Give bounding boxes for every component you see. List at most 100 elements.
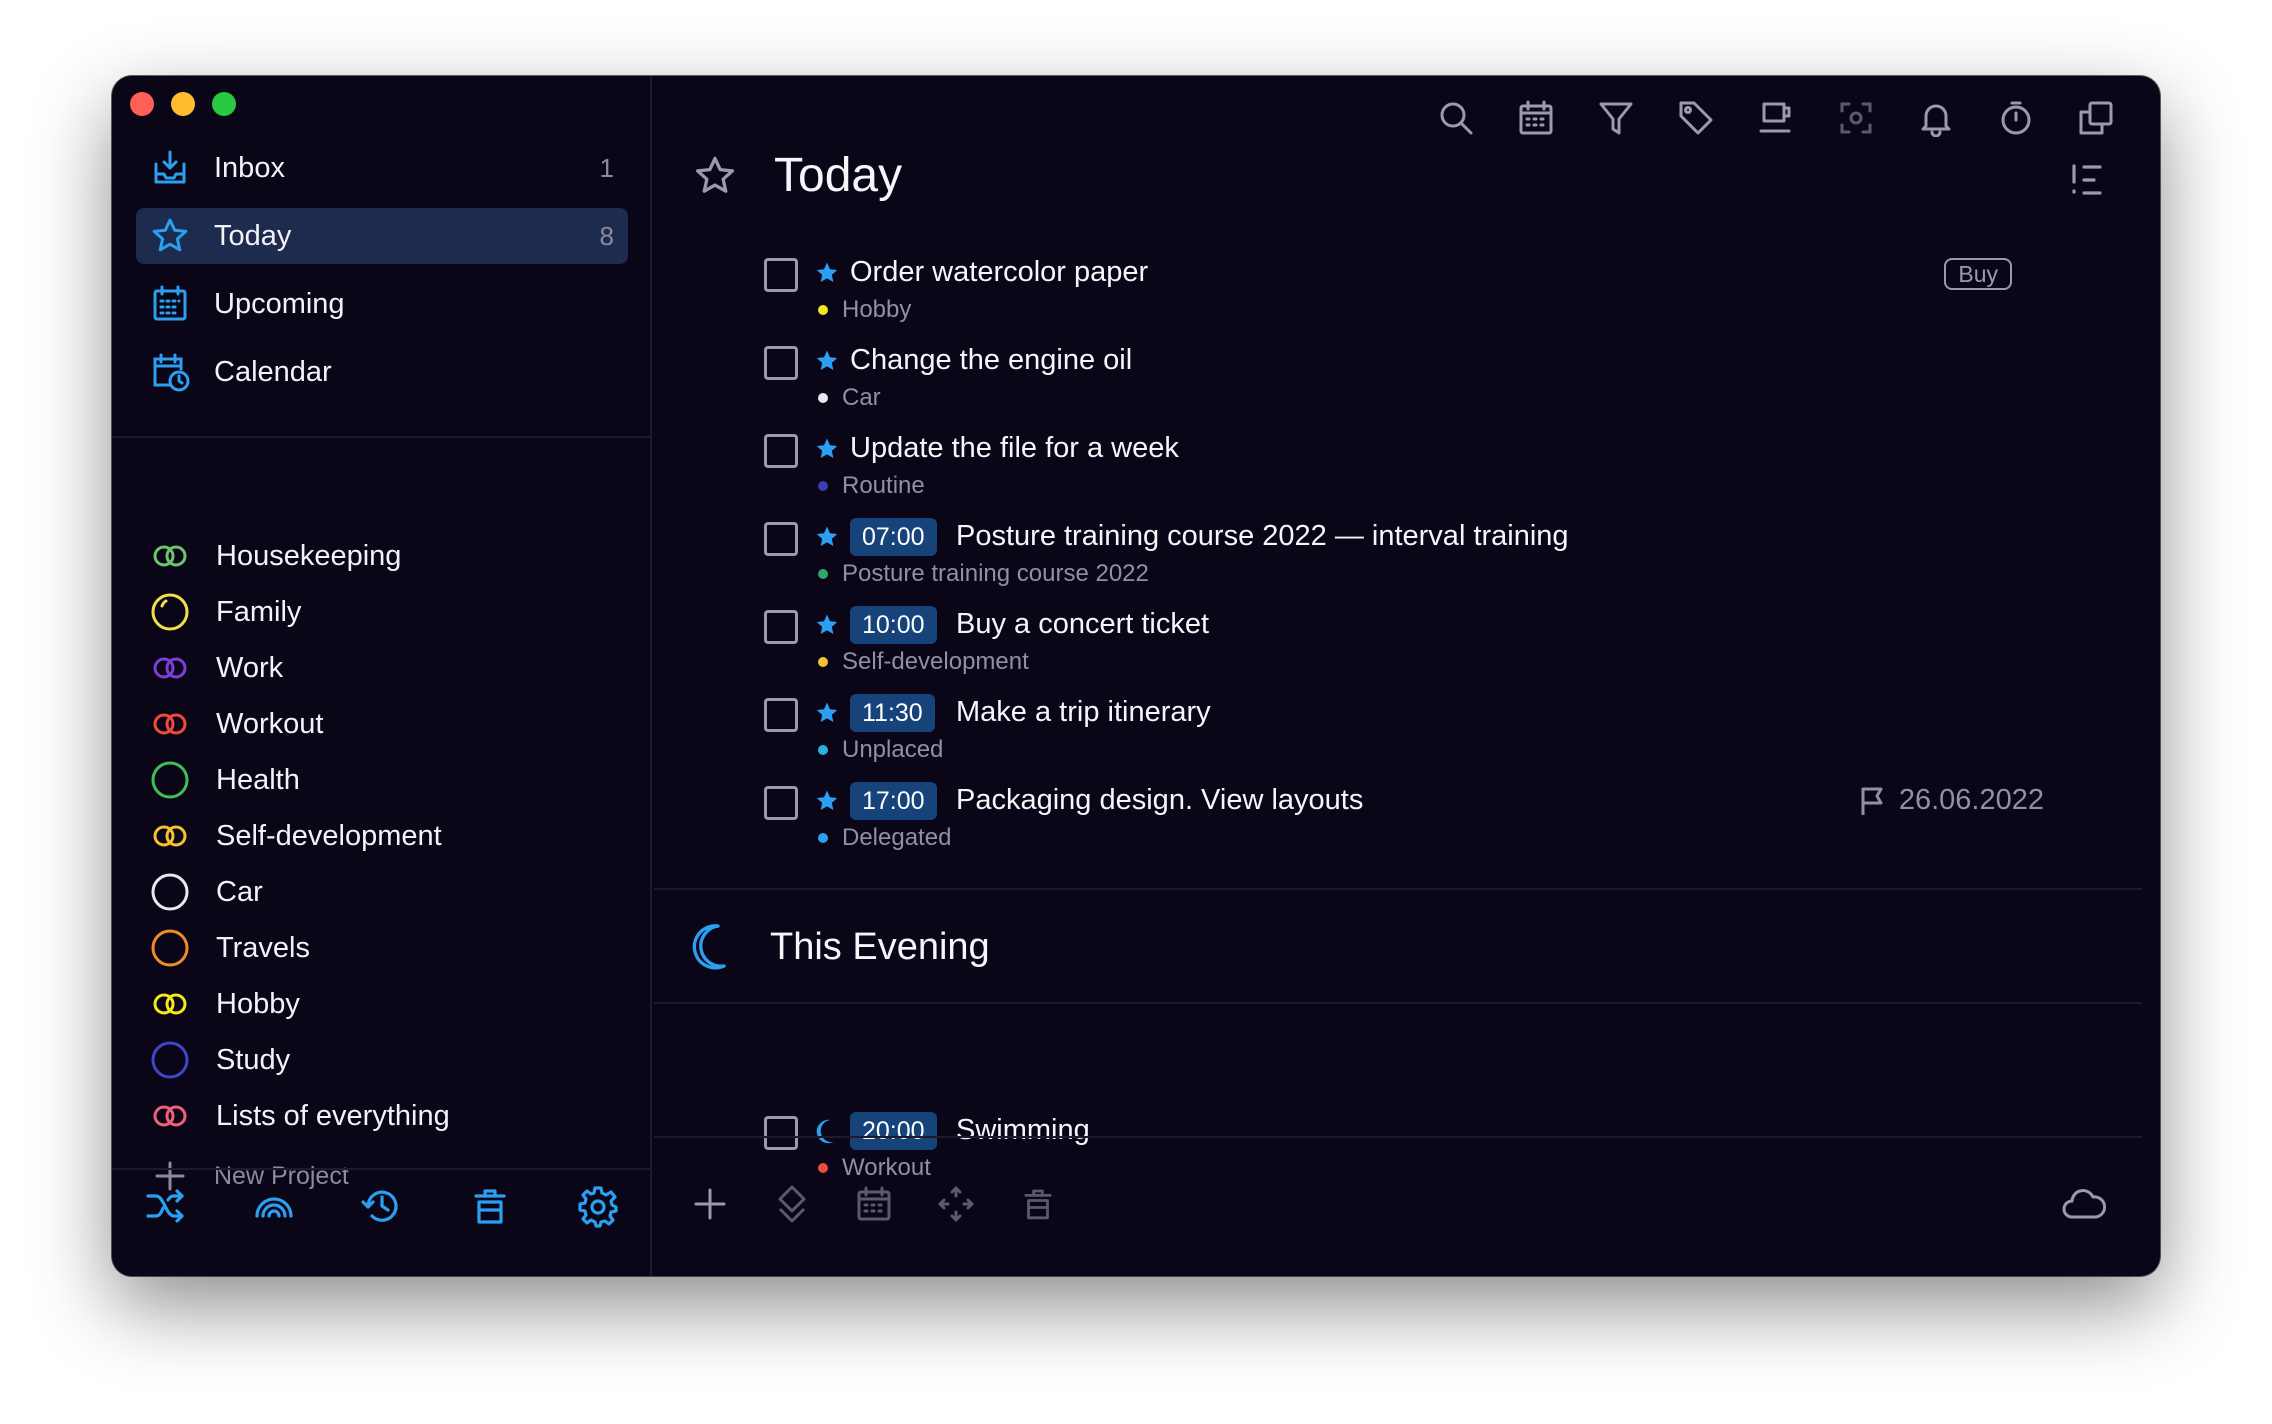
cloud-icon	[2062, 1189, 2106, 1219]
task-checkbox[interactable]	[764, 434, 798, 468]
project-dot	[818, 305, 828, 315]
task-checkbox[interactable]	[764, 698, 798, 732]
ring-icon	[148, 590, 192, 634]
sidebar: Inbox 1 Today 8 Upcoming Calendar Housek…	[112, 76, 652, 1276]
main-panel: Today Order watercolor paper Hobby Buy C…	[654, 76, 2160, 1276]
trash-button[interactable]	[436, 1171, 544, 1241]
project-label: Health	[216, 763, 300, 796]
project-dot	[818, 657, 828, 667]
star-icon	[816, 438, 838, 458]
copy-button[interactable]	[2072, 94, 2120, 142]
priority-button[interactable]	[762, 1174, 822, 1234]
filter-button[interactable]	[1592, 94, 1640, 142]
settings-button[interactable]	[544, 1171, 652, 1241]
project-item-workout[interactable]: Workout	[136, 696, 628, 752]
task-title: Posture training course 2022 — interval …	[956, 520, 1569, 552]
project-item-housekeeping[interactable]: Housekeeping	[136, 528, 628, 584]
project-item-work[interactable]: Work	[136, 640, 628, 696]
sort-button[interactable]	[2068, 160, 2108, 200]
star-icon	[816, 790, 838, 810]
task-checkbox[interactable]	[764, 786, 798, 820]
sidebar-item-label: Upcoming	[214, 287, 345, 320]
zoom-window-button[interactable]	[212, 92, 236, 116]
tag-button[interactable]	[1672, 94, 1720, 142]
coffee-button[interactable]	[1752, 94, 1800, 142]
task-row[interactable]: 11:30 Make a trip itinerary Unplaced	[654, 694, 2160, 786]
moon-icon	[816, 1119, 834, 1144]
star-icon	[816, 262, 838, 282]
star-outline-icon	[690, 151, 740, 201]
task-checkbox[interactable]	[764, 610, 798, 644]
project-label: Car	[216, 875, 263, 908]
star-icon	[816, 526, 838, 546]
task-project: Routine	[814, 472, 925, 500]
project-item-self-development[interactable]: Self-development	[136, 808, 628, 864]
star-icon	[148, 214, 192, 258]
project-item-family[interactable]: Family	[136, 584, 628, 640]
rainbow-button[interactable]	[220, 1171, 328, 1241]
project-dot	[818, 745, 828, 755]
task-deadline: 26.06.2022	[1859, 784, 2044, 817]
page-header: Today	[690, 148, 902, 203]
today-count: 8	[599, 220, 614, 251]
sidebar-item-upcoming[interactable]: Upcoming	[136, 276, 628, 332]
schedule-button[interactable]	[844, 1174, 904, 1234]
project-item-hobby[interactable]: Hobby	[136, 976, 628, 1032]
close-window-button[interactable]	[130, 92, 154, 116]
search-icon	[1440, 102, 1473, 135]
sidebar-divider	[112, 436, 652, 438]
sidebar-item-calendar[interactable]: Calendar	[136, 344, 628, 400]
task-row[interactable]: 17:00 Packaging design. View layouts Del…	[654, 782, 2160, 874]
minimize-window-button[interactable]	[171, 92, 195, 116]
sync-button[interactable]	[2054, 1174, 2114, 1234]
coffee-icon	[1759, 102, 1791, 133]
project-item-lists-of-everything[interactable]: Lists of everything	[136, 1088, 628, 1144]
focus-button[interactable]	[1832, 94, 1880, 142]
task-title: Change the engine oil	[850, 344, 1133, 376]
task-tag[interactable]: Buy	[1944, 258, 2012, 290]
task-title: Swimming	[956, 1114, 1090, 1146]
deadline-date: 26.06.2022	[1898, 784, 2044, 816]
sidebar-nav: Inbox 1 Today 8 Upcoming Calendar	[136, 140, 628, 412]
task-checkbox[interactable]	[764, 1116, 798, 1150]
timer-icon	[2001, 101, 2031, 135]
shuffle-button[interactable]	[112, 1171, 220, 1241]
task-row[interactable]: Order watercolor paper Hobby Buy	[654, 256, 2160, 346]
project-item-car[interactable]: Car	[136, 864, 628, 920]
project-item-health[interactable]: Health	[136, 752, 628, 808]
add-task-button[interactable]	[680, 1174, 740, 1234]
project-label: Lists of everything	[216, 1099, 450, 1132]
calendar-clock-icon	[148, 350, 192, 394]
window-controls	[130, 92, 236, 116]
main-bottom-bar	[654, 1166, 2160, 1246]
project-item-study[interactable]: Study	[136, 1032, 628, 1088]
delete-task-button[interactable]	[1008, 1174, 1068, 1234]
shuffle-icon	[146, 1189, 184, 1223]
task-checkbox[interactable]	[764, 346, 798, 380]
sidebar-item-today[interactable]: Today 8	[136, 208, 628, 264]
search-button[interactable]	[1432, 94, 1480, 142]
move-button[interactable]	[926, 1174, 986, 1234]
double-ring-icon	[148, 702, 192, 746]
task-row[interactable]: 07:00 Posture training course 2022 — int…	[654, 518, 2160, 610]
app-window: Inbox 1 Today 8 Upcoming Calendar Housek…	[112, 76, 2160, 1276]
task-row[interactable]: Update the file for a week Routine	[654, 432, 2160, 522]
project-dot	[818, 481, 828, 491]
task-checkbox[interactable]	[764, 522, 798, 556]
task-time-badge: 07:00	[850, 518, 937, 556]
task-row[interactable]: Change the engine oil Car	[654, 344, 2160, 434]
project-item-travels[interactable]: Travels	[136, 920, 628, 976]
task-project-label: Car	[842, 384, 881, 411]
star-icon	[816, 702, 838, 722]
history-button[interactable]	[328, 1171, 436, 1241]
timer-button[interactable]	[1992, 94, 2040, 142]
notifications-button[interactable]	[1912, 94, 1960, 142]
sidebar-item-inbox[interactable]: Inbox 1	[136, 140, 628, 196]
task-checkbox[interactable]	[764, 258, 798, 292]
sidebar-bottom-bar	[112, 1166, 652, 1246]
task-title: Buy a concert ticket	[956, 608, 1210, 640]
section-divider	[654, 1136, 2142, 1138]
task-row[interactable]: 10:00 Buy a concert ticket Self-developm…	[654, 606, 2160, 698]
calendar-button[interactable]	[1512, 94, 1560, 142]
project-label: Hobby	[216, 987, 300, 1020]
